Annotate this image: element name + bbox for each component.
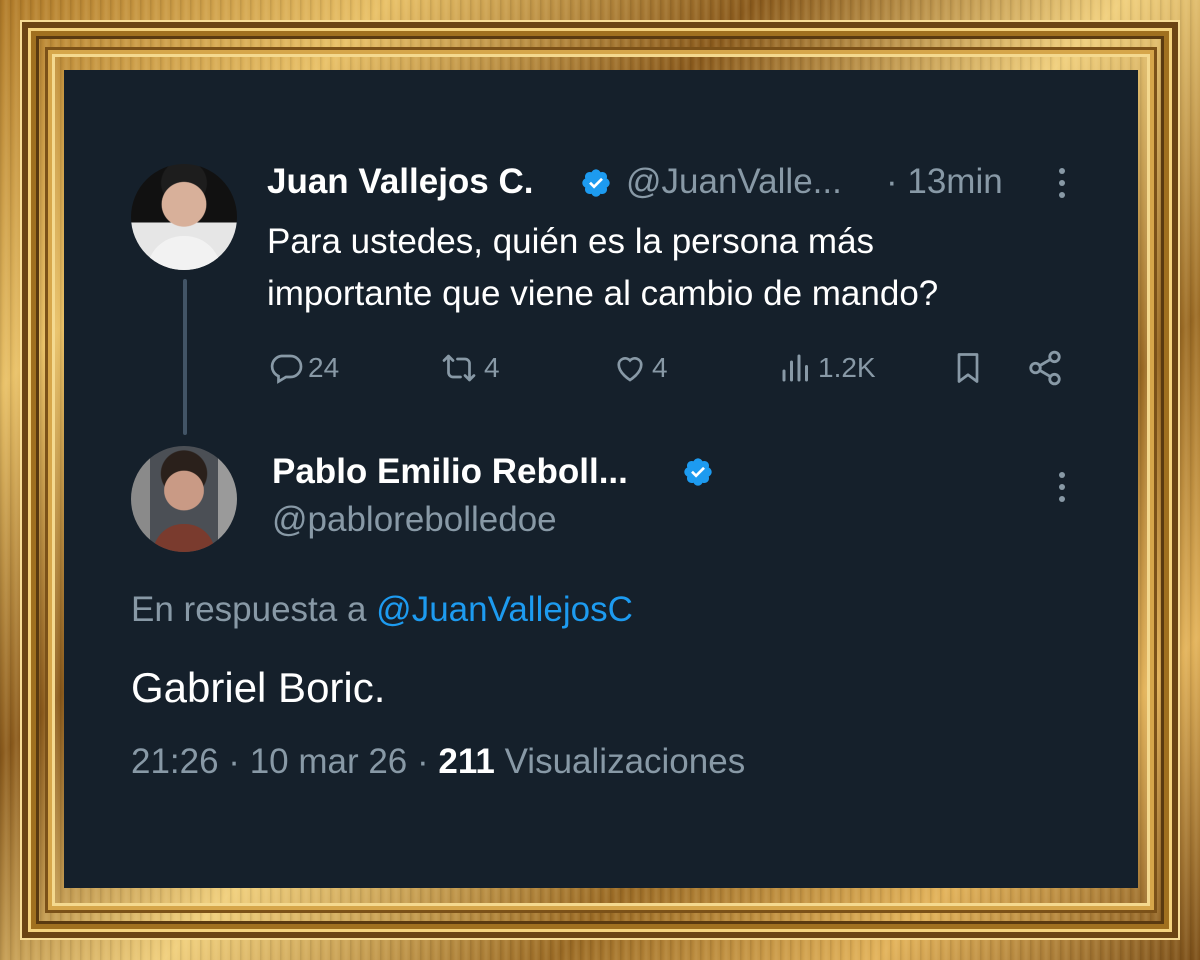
reply-text: Gabriel Boric.	[131, 664, 386, 711]
reply-context: En respuesta a @JuanVallejosC	[131, 590, 633, 630]
bookmark-icon[interactable]	[950, 348, 986, 388]
thread-connector-line	[183, 279, 187, 435]
reply-icon	[270, 354, 303, 384]
reply-count: 24	[308, 352, 340, 383]
reply-author-handle[interactable]: @pablorebolledoe	[272, 500, 557, 540]
retweet-icon	[442, 354, 476, 382]
reply-timestamp[interactable]: 21:26 · 10 mar 26 ·	[131, 742, 429, 781]
retweet-button[interactable]: 4	[438, 348, 500, 388]
tweet-text-line-1: Para ustedes, quién es la persona más	[267, 222, 875, 261]
avatar-pablo-rebolledo[interactable]	[131, 446, 237, 552]
retweet-count: 4	[484, 352, 500, 383]
tweet-text-line-2: importante que viene al cambio de mando?	[267, 274, 939, 313]
views-button[interactable]: 1.2K	[778, 348, 876, 388]
more-options-icon[interactable]	[1058, 168, 1066, 204]
verified-badge-icon	[582, 169, 610, 197]
tweet-author-name[interactable]: Juan Vallejos C.	[267, 162, 534, 202]
tweet-author-handle[interactable]: @JuanValle...	[626, 162, 842, 202]
reply-prefix: En respuesta a	[131, 590, 367, 629]
more-options-icon[interactable]	[1058, 472, 1066, 508]
share-icon[interactable]	[1026, 348, 1064, 388]
like-count: 4	[652, 352, 668, 383]
analytics-icon	[782, 354, 808, 382]
reply-author-name[interactable]: Pablo Emilio Reboll...	[272, 452, 628, 492]
reply-mention-link[interactable]: @JuanVallejosC	[376, 590, 633, 629]
tweet-thread: Juan Vallejos C. @JuanValle... · 13min P…	[64, 70, 1138, 888]
verified-badge-icon	[684, 458, 712, 486]
gold-picture-frame: Juan Vallejos C. @JuanValle... · 13min P…	[0, 0, 1200, 960]
like-button[interactable]: 4	[612, 348, 668, 388]
views-count: 1.2K	[818, 352, 876, 383]
reply-views-label: Visualizaciones	[504, 742, 746, 781]
reply-views-count: 211	[438, 742, 495, 781]
heart-icon	[617, 357, 643, 382]
reply-metadata: 21:26 · 10 mar 26 · 211 Visualizaciones	[131, 742, 745, 782]
tweet-time[interactable]: · 13min	[886, 162, 1003, 202]
reply-button[interactable]: 24	[268, 348, 339, 388]
avatar-juan-vallejos[interactable]	[131, 164, 237, 270]
